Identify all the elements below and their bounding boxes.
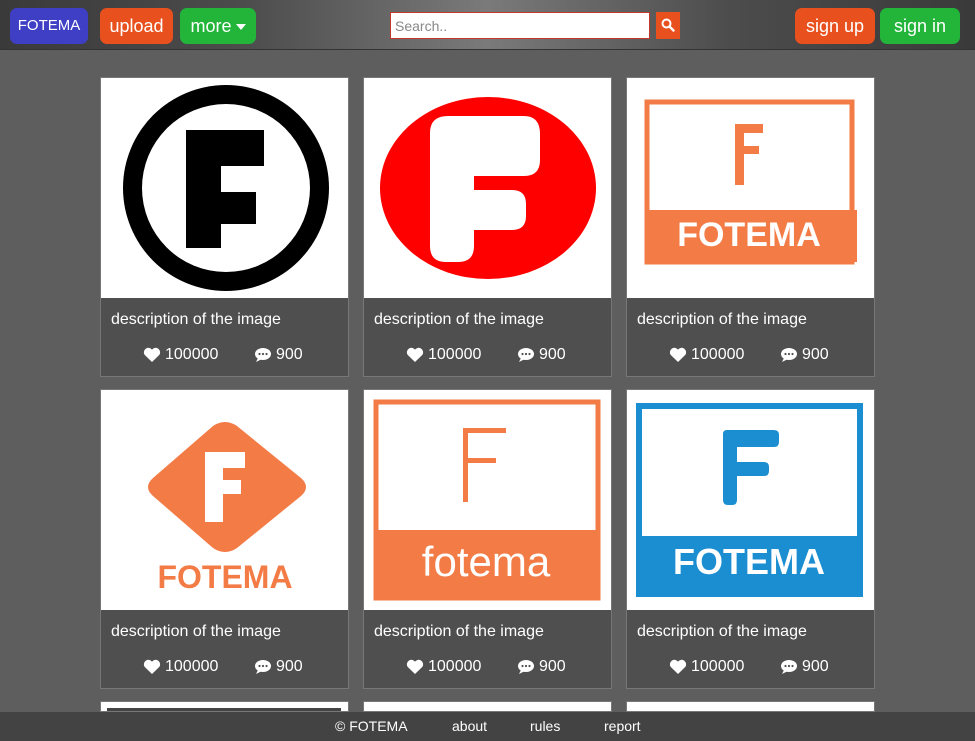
image-card[interactable]: FOTEMA description of the image 100000 9…: [626, 389, 875, 689]
like-count: 100000: [165, 346, 219, 363]
comment-button[interactable]: 900: [517, 658, 566, 676]
image-thumbnail[interactable]: [101, 78, 348, 298]
image-description: description of the image: [637, 623, 807, 640]
image-description: description of the image: [111, 311, 281, 328]
image-card[interactable]: description of the image 100000 900: [100, 77, 349, 377]
more-label: more: [190, 16, 232, 36]
fotema-logo-red-oval: [380, 97, 596, 279]
like-count: 100000: [691, 346, 745, 363]
logo-text: fotema: [422, 538, 551, 585]
report-link[interactable]: report: [604, 718, 641, 734]
fotema-logo-thin-orange: fotema: [373, 399, 601, 601]
like-button[interactable]: 100000: [669, 658, 744, 676]
card-stats: 100000 900: [627, 346, 874, 366]
comment-icon: [255, 660, 271, 674]
like-button[interactable]: 100000: [669, 346, 744, 364]
image-thumbnail[interactable]: FOTEMA: [627, 390, 874, 610]
heart-icon: [669, 659, 687, 674]
about-link[interactable]: about: [452, 718, 487, 734]
sign-in-button[interactable]: sign in: [880, 8, 960, 44]
image-card-partial[interactable]: [363, 701, 612, 712]
comment-button[interactable]: 900: [254, 346, 303, 364]
like-button[interactable]: 100000: [406, 658, 481, 676]
heart-icon: [143, 659, 161, 674]
comment-button[interactable]: 900: [780, 658, 829, 676]
like-count: 100000: [165, 658, 219, 675]
comment-icon: [781, 660, 797, 674]
comment-icon: [518, 660, 534, 674]
logo-text: FOTEMA: [677, 216, 821, 254]
like-button[interactable]: 100000: [143, 346, 218, 364]
image-description: description of the image: [374, 311, 544, 328]
search-input[interactable]: [390, 12, 650, 39]
like-button[interactable]: 100000: [406, 346, 481, 364]
image-card[interactable]: fotema description of the image 100000 9…: [363, 389, 612, 689]
comment-icon: [518, 348, 534, 362]
fotema-logo-black-ring: [123, 85, 329, 291]
image-card[interactable]: FOTEMA description of the image 100000 9…: [100, 389, 349, 689]
image-card-partial[interactable]: [626, 701, 875, 712]
image-description: description of the image: [111, 623, 281, 640]
heart-icon: [143, 347, 161, 362]
fotema-logo-orange-frame: FOTEMA: [644, 99, 857, 265]
rules-link[interactable]: rules: [530, 718, 560, 734]
comment-icon: [255, 348, 271, 362]
comment-button[interactable]: 900: [780, 346, 829, 364]
comment-count: 900: [539, 658, 566, 675]
top-navbar: FOTEMA upload more sign up sign in: [0, 0, 975, 50]
copyright-text: © FOTEMA: [335, 718, 408, 734]
card-stats: 100000 900: [364, 346, 611, 366]
image-description: description of the image: [637, 311, 807, 328]
heart-icon: [406, 347, 424, 362]
sign-up-button[interactable]: sign up: [795, 8, 875, 44]
caret-down-icon: [235, 24, 246, 31]
heart-icon: [406, 659, 424, 674]
like-count: 100000: [428, 346, 482, 363]
like-count: 100000: [428, 658, 482, 675]
card-stats: 100000 900: [627, 658, 874, 678]
comment-button[interactable]: 900: [254, 658, 303, 676]
image-description: description of the image: [374, 623, 544, 640]
fotema-logo-blue-frame: FOTEMA: [636, 403, 863, 597]
comment-count: 900: [276, 658, 303, 675]
comment-count: 900: [539, 346, 566, 363]
comment-icon: [781, 348, 797, 362]
footer: © FOTEMA about rules report: [0, 712, 975, 741]
image-thumbnail[interactable]: [364, 78, 611, 298]
image-card[interactable]: description of the image 100000 900: [363, 77, 612, 377]
image-card-partial[interactable]: [100, 701, 349, 712]
card-stats: 100000 900: [101, 346, 348, 366]
logo-text: FOTEMA: [157, 559, 292, 595]
search-icon: [661, 18, 675, 32]
logo-text: FOTEMA: [673, 541, 825, 582]
brand-button[interactable]: FOTEMA: [10, 8, 88, 44]
heart-icon: [669, 347, 687, 362]
comment-count: 900: [802, 346, 829, 363]
card-stats: 100000 900: [101, 658, 348, 678]
image-thumbnail[interactable]: FOTEMA: [627, 78, 874, 298]
card-stats: 100000 900: [364, 658, 611, 678]
image-card[interactable]: FOTEMA description of the image 100000 9…: [626, 77, 875, 377]
like-button[interactable]: 100000: [143, 658, 218, 676]
image-thumbnail[interactable]: fotema: [364, 390, 611, 610]
more-dropdown-button[interactable]: more: [180, 8, 256, 44]
search-button[interactable]: [656, 12, 680, 39]
upload-button[interactable]: upload: [100, 8, 173, 44]
comment-count: 900: [276, 346, 303, 363]
fotema-logo-orange-diamond: FOTEMA: [148, 422, 306, 595]
image-thumbnail[interactable]: FOTEMA: [101, 390, 348, 610]
like-count: 100000: [691, 658, 745, 675]
comment-count: 900: [802, 658, 829, 675]
comment-button[interactable]: 900: [517, 346, 566, 364]
